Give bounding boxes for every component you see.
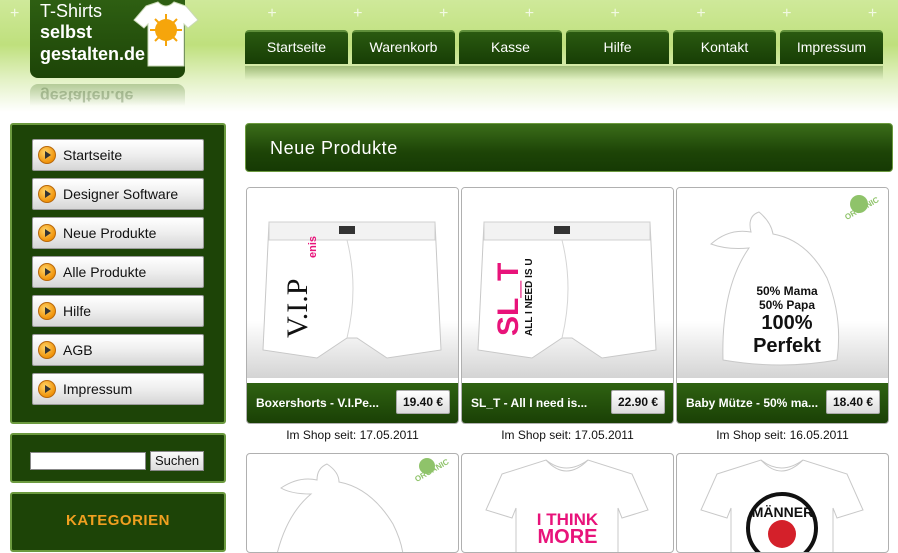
arrow-right-icon [38, 341, 56, 359]
search-box: Suchen [10, 433, 226, 483]
product-print-line-3: 100% [761, 312, 813, 334]
product-print: 50% Mama 50% Papa 100% Perfekt [737, 284, 837, 358]
product-card[interactable]: V.I.P enis Boxershorts - V.I.Pe... 19.40… [246, 187, 459, 424]
sidebar-item-startseite[interactable]: Startseite [32, 139, 204, 171]
arrow-right-icon [38, 146, 56, 164]
product-print-line-4: Perfekt [753, 335, 821, 357]
arrow-right-icon [38, 302, 56, 320]
logo-line-3: gestalten.de [40, 44, 146, 64]
sidebar-item-impressum[interactable]: Impressum [32, 373, 204, 405]
arrow-right-icon [38, 185, 56, 203]
sidebar-item-label: Impressum [63, 381, 133, 397]
sidebar-item-label: Neue Produkte [63, 225, 157, 241]
logo-line-2: selbst [40, 22, 93, 42]
search-button[interactable]: Suchen [150, 451, 204, 471]
product-since: Im Shop seit: 17.05.2011 [501, 428, 634, 442]
product-print-line-1: 50% Mama [756, 284, 818, 298]
product-since: Im Shop seit: 17.05.2011 [286, 428, 419, 442]
sidebar-item-label: Startseite [63, 147, 123, 163]
product-print-main: V.I.P [281, 278, 314, 338]
sidebar-item-label: Designer Software [63, 186, 179, 202]
product-card[interactable]: MÄNNER [676, 453, 889, 553]
nav-warenkorb[interactable]: Warenkorb [352, 30, 455, 64]
product-name[interactable]: SL_T - All I need is... [471, 396, 587, 410]
sidebar-item-label: AGB [63, 342, 93, 358]
sidebar-item-designer-software[interactable]: Designer Software [32, 178, 204, 210]
nav-kontakt[interactable]: Kontakt [673, 30, 776, 64]
product-bar: Baby Mütze - 50% ma... 18.40 € [677, 383, 888, 423]
logo-reflection-text: gestalten.de [40, 87, 134, 104]
product-print-line-1: MÄNNER [751, 504, 814, 520]
sidebar-item-hilfe[interactable]: Hilfe [32, 295, 204, 327]
sidebar-item-alle-produkte[interactable]: Alle Produkte [32, 256, 204, 288]
nav-startseite[interactable]: Startseite [245, 30, 348, 64]
product-card[interactable]: SL_T ALL I NEED IS U SL_T - All I need i… [461, 187, 674, 424]
product-image-boxershorts[interactable] [247, 188, 458, 378]
product-bar: SL_T - All I need is... 22.90 € [462, 383, 673, 423]
nav-hilfe[interactable]: Hilfe [566, 30, 669, 64]
sidebar-item-label: Hilfe [63, 303, 92, 319]
product-print-line-2: MORE [537, 526, 598, 548]
nav-reflection [245, 66, 883, 80]
product-name[interactable]: Baby Mütze - 50% ma... [686, 396, 818, 410]
logo-tshirt-icon [133, 1, 199, 67]
arrow-right-icon [38, 263, 56, 281]
product-print-line-2: 50% Papa [758, 298, 816, 312]
product-name[interactable]: Boxershorts - V.I.Pe... [256, 396, 379, 410]
logo-line-1: T-Shirts [40, 1, 103, 21]
categories-box: KATEGORIEN [10, 492, 226, 552]
product-print-small: enis [307, 235, 319, 258]
page-title: Neue Produkte [270, 138, 398, 158]
product-price: 18.40 € [826, 390, 880, 414]
product-price: 19.40 € [396, 390, 450, 414]
categories-title: KATEGORIEN [66, 512, 170, 529]
search-input[interactable] [30, 452, 146, 470]
product-bar: Boxershorts - V.I.Pe... 19.40 € [247, 383, 458, 423]
sidebar-item-neue-produkte[interactable]: Neue Produkte [32, 217, 204, 249]
arrow-right-icon [38, 380, 56, 398]
product-print-main: SL_T [492, 262, 525, 336]
sidebar-item-label: Alle Produkte [63, 264, 147, 280]
nav-kasse[interactable]: Kasse [459, 30, 562, 64]
sidebar-item-agb[interactable]: AGB [32, 334, 204, 366]
product-card[interactable]: I THINK MORE [461, 453, 674, 553]
product-card[interactable]: ORGANIC 50% Mama 50% Papa 100% Perfekt B… [676, 187, 889, 424]
section-header: Neue Produkte [245, 123, 893, 172]
site-header: + + + + + + + + + + + + + + + + + + + + … [0, 0, 898, 112]
logo-reflection: gestalten.de [30, 84, 185, 106]
product-since: Im Shop seit: 16.05.2011 [716, 428, 849, 442]
sidebar-menu: Startseite Designer Software Neue Produk… [10, 123, 226, 424]
nav-impressum[interactable]: Impressum [780, 30, 883, 64]
product-card[interactable]: ORGANIC [246, 453, 459, 553]
product-price: 22.90 € [611, 390, 665, 414]
arrow-right-icon [38, 224, 56, 242]
product-print-small: ALL I NEED IS U [524, 258, 535, 336]
